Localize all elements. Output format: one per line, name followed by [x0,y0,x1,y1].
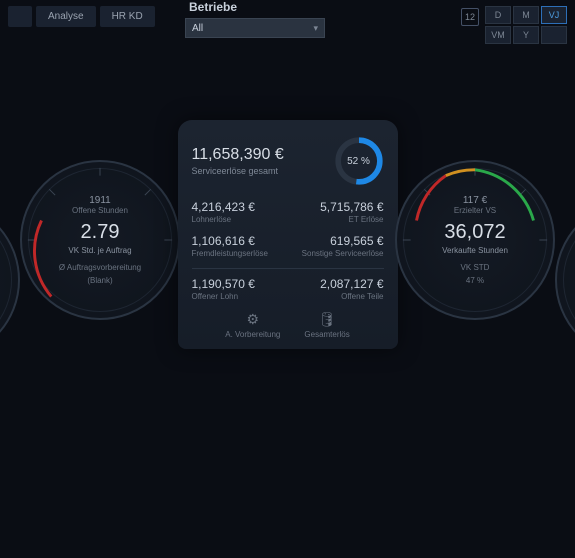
row0-l-lbl: Lohnerlöse [192,215,255,224]
filter-value: All [192,23,203,34]
dashboard: AT 1911 Offene Stunden 2.79 VK Std. je A… [0,120,575,500]
topbar: Analyse HR KD Betriebe All ▾ 12 D M VJ V… [0,0,575,40]
row1-r-val: 619,565 € [302,234,384,248]
donut-chart: 52 % [334,136,384,186]
tab-hrkd[interactable]: HR KD [100,6,155,27]
period-y[interactable]: Y [513,26,539,44]
period-vm[interactable]: VM [485,26,511,44]
period-grid: D M VJ VM Y [485,6,567,44]
bt0-label: A. Vorbereitung [225,330,280,339]
center-panel: 11,658,390 € Serviceerlöse gesamt 52 % 4… [178,120,398,349]
total-label: Serviceerlöse gesamt [192,166,284,176]
filter-select[interactable]: All ▾ [185,18,325,38]
donut-pct: 52 % [334,136,384,186]
bottom-tab-gesamterloes[interactable]: 🛢 Gesamterlös [304,311,349,339]
bt1-label: Gesamterlös [304,330,349,339]
bottom-tabs: ⚙ A. Vorbereitung 🛢 Gesamterlös [192,311,384,339]
period-d[interactable]: D [485,6,511,24]
row1-r-lbl: Sonstige Serviceerlöse [302,249,384,258]
bottom-tab-vorbereitung[interactable]: ⚙ A. Vorbereitung [225,311,280,339]
tab-group: Analyse HR KD [8,6,155,27]
chevron-down-icon: ▾ [313,23,318,34]
filter-label: Betriebe [185,0,325,14]
period-blank[interactable] [541,26,567,44]
period-m[interactable]: M [513,6,539,24]
row2-r-val: 2,087,127 € [320,277,383,291]
row2-l-val: 1,190,570 € [192,277,255,291]
period-vj[interactable]: VJ [541,6,567,24]
row0-r-val: 5,715,786 € [320,200,383,214]
total-value: 11,658,390 € [192,146,284,164]
tab-analyse[interactable]: Analyse [36,6,96,27]
betriebe-filter: Betriebe All ▾ [185,0,325,38]
calendar-icon[interactable]: 12 [461,8,479,26]
row0-r-lbl: ET Erlöse [320,215,383,224]
row1-l-lbl: Fremdleistungserlöse [192,249,268,258]
row2-l-lbl: Offener Lohn [192,292,255,301]
engine-icon: ⚙ [225,311,280,328]
right-controls: 12 D M VJ VM Y [461,6,567,44]
row1-l-val: 1,106,616 € [192,234,268,248]
row0-l-val: 4,216,423 € [192,200,255,214]
gauge-far-right [555,200,575,360]
oil-icon: 🛢 [304,311,349,328]
row2-r-lbl: Offene Teile [320,292,383,301]
gauge-far-left [0,200,20,360]
gauge-right: 117 € Erzielter VS 36,072 Verkaufte Stun… [395,160,555,320]
tab-blank[interactable] [8,6,32,27]
gauge-left: 1911 Offene Stunden 2.79 VK Std. je Auft… [20,160,180,320]
